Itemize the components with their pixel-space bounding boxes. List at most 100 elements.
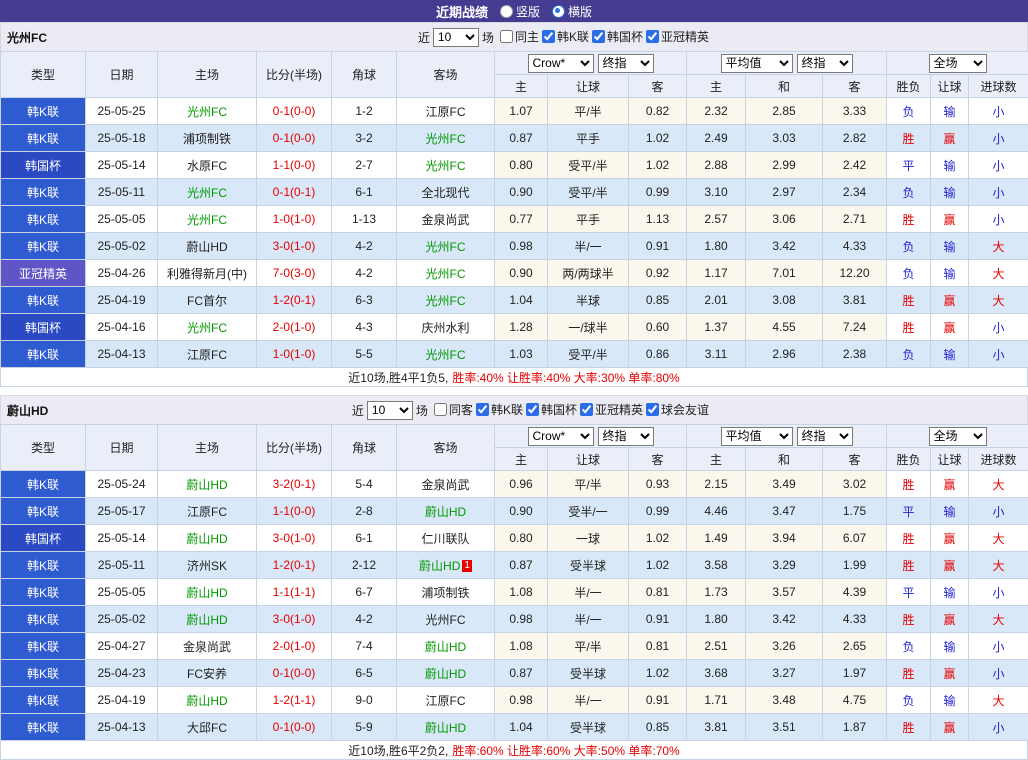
checkbox-input[interactable]	[526, 403, 539, 416]
handicap-cell: 半/一	[548, 233, 629, 260]
match-date-cell: 25-05-02	[86, 233, 158, 260]
league-type-cell: 韩K联	[1, 606, 86, 633]
home-team-cell: 光州FC	[158, 98, 257, 125]
home-odds-cell: 0.87	[495, 552, 548, 579]
away-odds-cell: 1.02	[629, 525, 687, 552]
checkbox-input[interactable]	[580, 403, 593, 416]
score-cell: 0-1(0-1)	[257, 179, 332, 206]
sub-header-away-odds: 客	[629, 448, 687, 471]
away-odds-cell: 1.02	[629, 552, 687, 579]
home-odds-cell: 0.87	[495, 125, 548, 152]
result-cell: 负	[887, 260, 931, 287]
home-odds-cell: 1.04	[495, 714, 548, 741]
away-odds-cell: 0.81	[629, 633, 687, 660]
avg-away-cell: 1.75	[823, 498, 887, 525]
filter-checkbox-同客[interactable]: 同客	[431, 401, 473, 418]
col-header-away: 客场	[397, 52, 495, 98]
table-header-row-1: 类型 日期 主场 比分(半场) 角球 客场 Crow* 终指 平均值 终指	[1, 425, 1028, 448]
filter-checkbox-亚冠精英[interactable]: 亚冠精英	[577, 401, 643, 418]
home-odds-cell: 0.98	[495, 606, 548, 633]
col-header-score: 比分(半场)	[257, 425, 332, 471]
odds-stage-select[interactable]: 终指	[598, 427, 654, 446]
bookmaker-select[interactable]: Crow*	[528, 54, 594, 73]
unit-label: 场	[482, 29, 494, 46]
avg-away-cell: 4.33	[823, 606, 887, 633]
sub-header-handicap: 让球	[548, 75, 629, 98]
layout-horizontal-label: 横版	[568, 3, 592, 20]
league-type-cell: 韩国杯	[1, 314, 86, 341]
filter-checkbox-韩国杯[interactable]: 韩国杯	[523, 401, 577, 418]
bookmaker-select[interactable]: Crow*	[528, 427, 594, 446]
away-odds-cell: 0.81	[629, 579, 687, 606]
home-odds-cell: 1.07	[495, 98, 548, 125]
avg-draw-cell: 3.26	[746, 633, 823, 660]
checkbox-input[interactable]	[542, 30, 555, 43]
handicap-result-cell: 输	[931, 152, 969, 179]
result-cell: 平	[887, 579, 931, 606]
handicap-cell: 受半球	[548, 660, 629, 687]
average-select[interactable]: 平均值	[721, 54, 793, 73]
match-count-select[interactable]: 10	[367, 401, 413, 420]
corner-cell: 1-2	[332, 98, 397, 125]
filter-checkbox-同主[interactable]: 同主	[497, 28, 539, 45]
checkbox-input[interactable]	[434, 403, 447, 416]
average-stage-select[interactable]: 终指	[797, 54, 853, 73]
odds-stage-select[interactable]: 终指	[598, 54, 654, 73]
home-odds-cell: 0.98	[495, 233, 548, 260]
home-odds-cell: 0.80	[495, 152, 548, 179]
checkbox-input[interactable]	[646, 403, 659, 416]
match-date-cell: 25-05-18	[86, 125, 158, 152]
away-team-cell: 光州FC	[397, 606, 495, 633]
league-type-cell: 韩K联	[1, 714, 86, 741]
filter-checkbox-亚冠精英[interactable]: 亚冠精英	[643, 28, 709, 45]
avg-draw-cell: 3.27	[746, 660, 823, 687]
avg-draw-cell: 2.96	[746, 341, 823, 368]
average-select[interactable]: 平均值	[721, 427, 793, 446]
filter-checkbox-球会友谊[interactable]: 球会友谊	[643, 401, 709, 418]
goals-result-cell: 大	[969, 233, 1028, 260]
result-cell: 负	[887, 341, 931, 368]
away-team-cell: 江原FC	[397, 98, 495, 125]
home-odds-cell: 0.90	[495, 179, 548, 206]
scope-select[interactable]: 全场	[929, 427, 987, 446]
avg-draw-cell: 3.47	[746, 498, 823, 525]
average-stage-select[interactable]: 终指	[797, 427, 853, 446]
col-header-type: 类型	[1, 52, 86, 98]
layout-horizontal-radio[interactable]: 横版	[552, 3, 592, 20]
checkbox-input[interactable]	[646, 30, 659, 43]
goals-result-cell: 大	[969, 260, 1028, 287]
handicap-result-cell: 输	[931, 579, 969, 606]
avg-home-cell: 2.49	[687, 125, 746, 152]
goals-result-cell: 小	[969, 179, 1028, 206]
avg-away-cell: 1.97	[823, 660, 887, 687]
handicap-cell: 受半球	[548, 714, 629, 741]
home-team-cell: 江原FC	[158, 341, 257, 368]
filter-checkbox-韩K联[interactable]: 韩K联	[473, 401, 523, 418]
checkbox-input[interactable]	[500, 30, 513, 43]
avg-away-cell: 3.02	[823, 471, 887, 498]
away-odds-cell: 1.13	[629, 206, 687, 233]
away-odds-cell: 0.93	[629, 471, 687, 498]
away-team-cell: 蔚山HD	[397, 633, 495, 660]
checkbox-input[interactable]	[476, 403, 489, 416]
scope-select[interactable]: 全场	[929, 54, 987, 73]
checkbox-input[interactable]	[592, 30, 605, 43]
home-odds-cell: 1.04	[495, 287, 548, 314]
goals-result-cell: 大	[969, 471, 1028, 498]
corner-cell: 2-7	[332, 152, 397, 179]
filter-checkbox-韩K联[interactable]: 韩K联	[539, 28, 589, 45]
layout-vertical-radio[interactable]: 竖版	[500, 3, 540, 20]
result-cell: 负	[887, 179, 931, 206]
filter-checkbox-韩国杯[interactable]: 韩国杯	[589, 28, 643, 45]
corner-cell: 6-5	[332, 660, 397, 687]
match-date-cell: 25-05-25	[86, 98, 158, 125]
goals-result-cell: 大	[969, 606, 1028, 633]
handicap-result-cell: 输	[931, 498, 969, 525]
sub-header-handicap: 让球	[548, 448, 629, 471]
handicap-result-cell: 赢	[931, 471, 969, 498]
handicap-cell: 受平/半	[548, 179, 629, 206]
away-odds-cell: 0.85	[629, 714, 687, 741]
match-count-select[interactable]: 10	[433, 28, 479, 47]
score-cell: 1-2(1-1)	[257, 687, 332, 714]
sub-header-avg-away: 客	[823, 448, 887, 471]
